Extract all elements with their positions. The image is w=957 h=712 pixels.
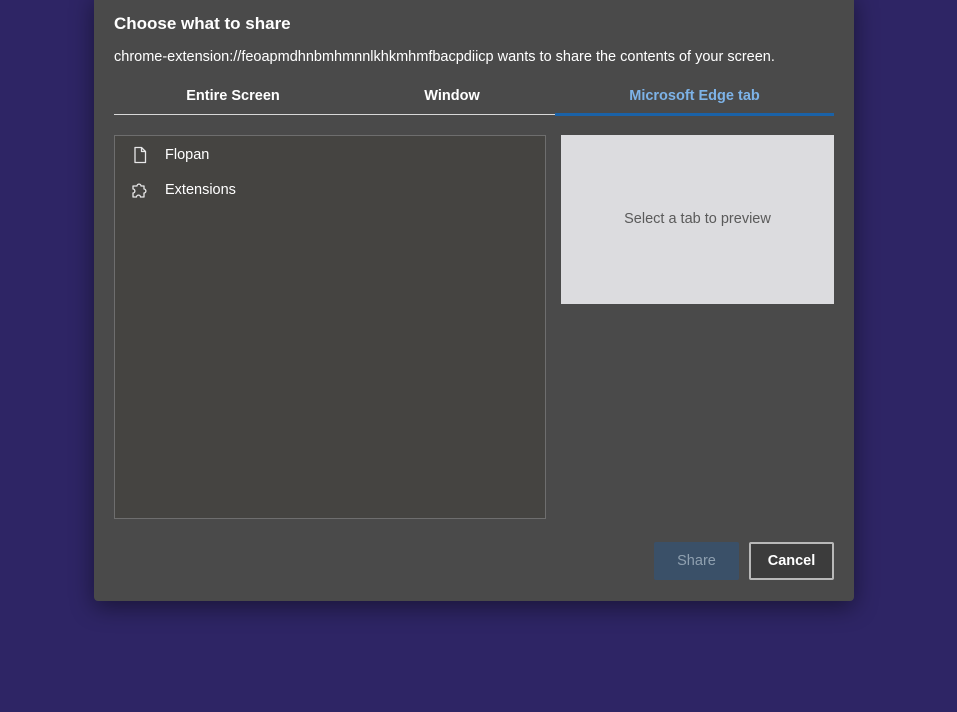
- source-tabs: Entire Screen Window Microsoft Edge tab: [114, 78, 834, 116]
- list-item-label: Extensions: [165, 182, 236, 198]
- tab-entire-screen[interactable]: Entire Screen: [114, 78, 352, 114]
- cancel-button[interactable]: Cancel: [749, 542, 834, 580]
- tab-divider: [114, 114, 555, 115]
- tab-window[interactable]: Window: [352, 78, 552, 114]
- active-tab-indicator: [555, 113, 834, 116]
- list-item-flopan[interactable]: Flopan: [115, 138, 545, 172]
- dialog-subtitle: chrome-extension://feoapmdhnbmhmnnlkhkmh…: [114, 49, 775, 65]
- puzzle-icon: [132, 183, 147, 198]
- share-dialog: Choose what to share chrome-extension://…: [94, 0, 854, 601]
- dialog-title: Choose what to share: [114, 14, 291, 33]
- tab-edge-tab[interactable]: Microsoft Edge tab: [555, 78, 834, 114]
- share-button[interactable]: Share: [654, 542, 739, 580]
- list-item-extensions[interactable]: Extensions: [115, 173, 545, 207]
- preview-placeholder: Select a tab to preview: [624, 211, 771, 227]
- tab-preview: Select a tab to preview: [561, 135, 834, 304]
- page-icon: [134, 146, 147, 164]
- tab-list[interactable]: Flopan Extensions: [114, 135, 546, 519]
- list-item-label: Flopan: [165, 147, 210, 163]
